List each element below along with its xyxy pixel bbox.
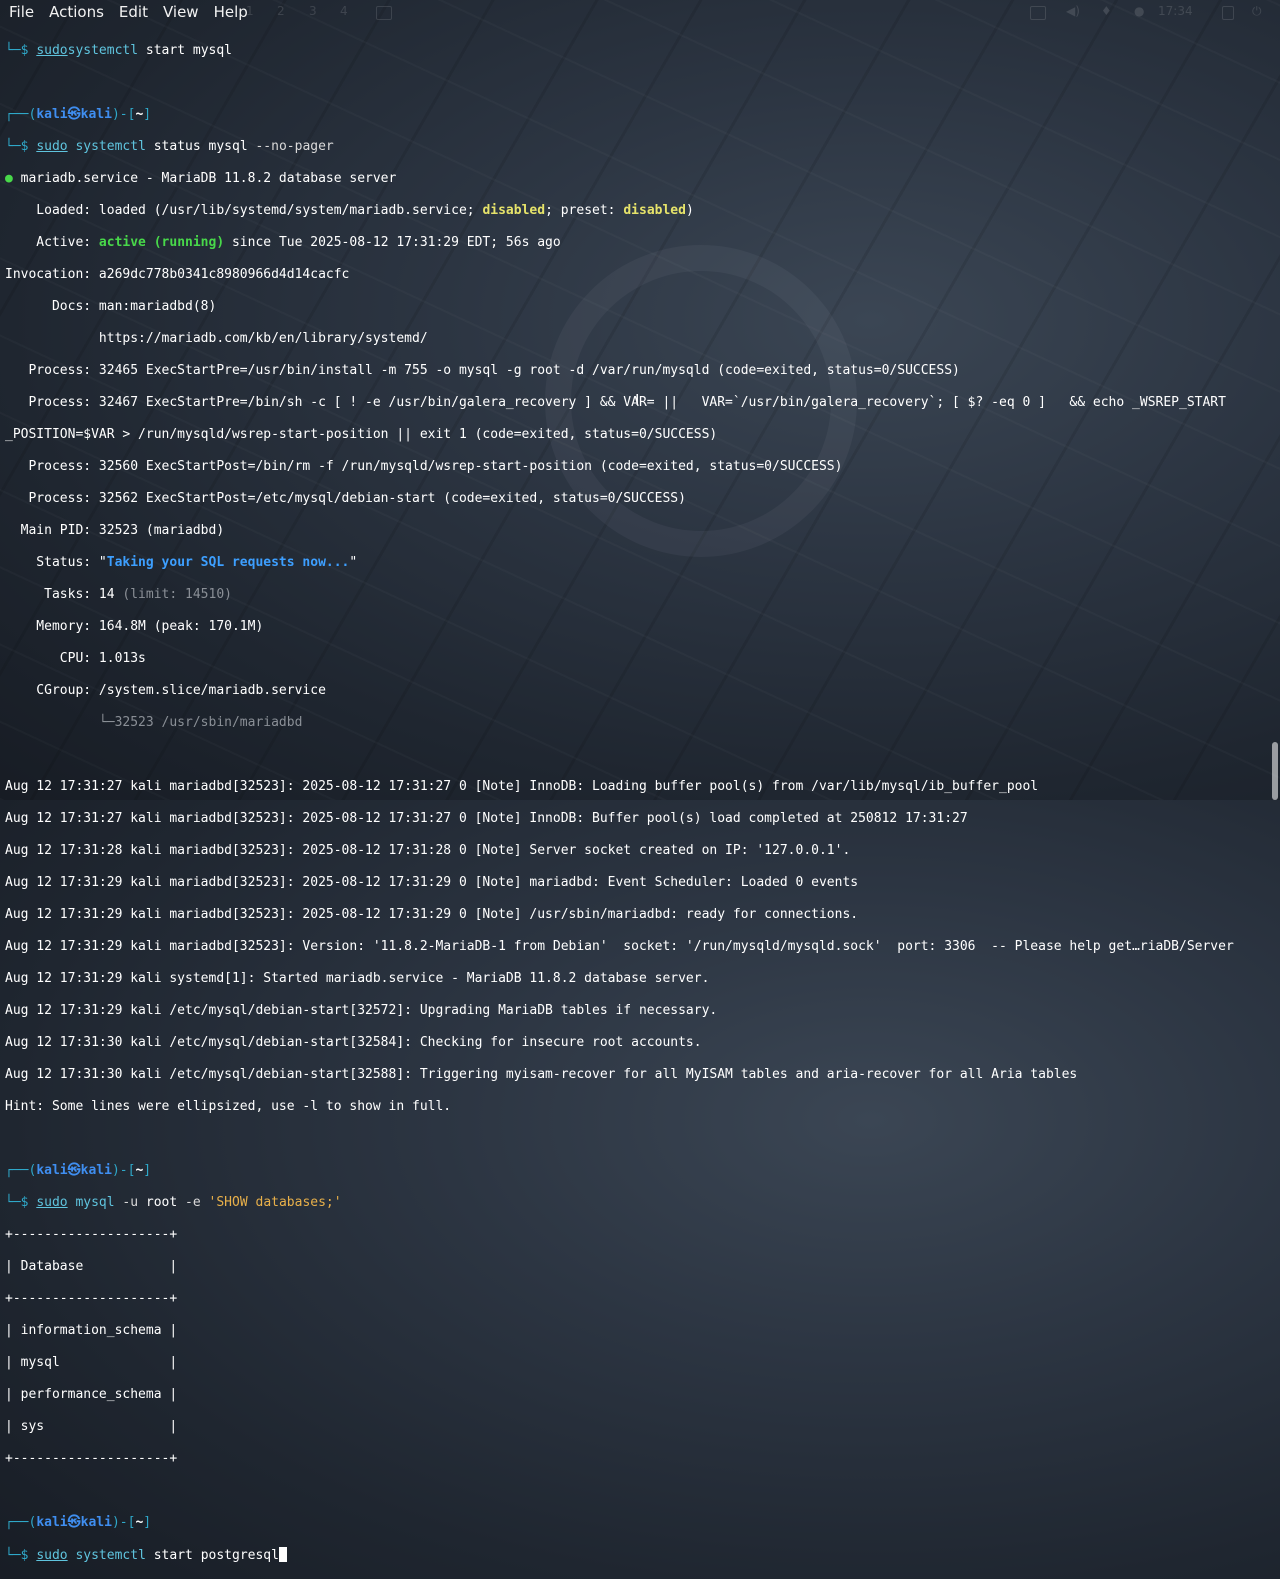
terminal-output[interactable]: └─$ sudosystemctl start mysql ┌──(kali㉿k…: [5, 27, 1280, 1579]
command-option: -u: [114, 1195, 139, 1210]
log-line: Aug 12 17:31:30 kali /etc/mysql/debian-s…: [5, 1067, 1078, 1082]
table-header: | Database |: [5, 1259, 178, 1274]
log-line: Aug 12 17:31:30 kali /etc/mysql/debian-s…: [5, 1035, 702, 1050]
docs-url-line: https://mariadb.com/kb/en/library/system…: [5, 331, 428, 346]
log-line: Aug 12 17:31:27 kali mariadbd[32523]: 20…: [5, 811, 968, 826]
log-line: Aug 12 17:31:29 kali mariadbd[32523]: 20…: [5, 907, 859, 922]
sudo-keyword: sudo: [36, 1195, 68, 1210]
service-header: ● mariadb.service - MariaDB 11.8.2 datab…: [5, 171, 397, 186]
active-state: active (running): [98, 235, 225, 250]
command-args: root: [138, 1195, 178, 1210]
log-line: Aug 12 17:31:29 kali mariadbd[32523]: Ve…: [5, 939, 1234, 954]
clock: 17:34: [1158, 4, 1193, 18]
command-args: start mysql: [138, 43, 232, 58]
memory-line: Memory: 164.8M (peak: 170.1M): [5, 619, 264, 634]
sudo-keyword: sudo: [36, 1548, 68, 1563]
command-args: start postgresql: [145, 1548, 279, 1563]
mouse-ibeam-cursor: I: [635, 391, 640, 409]
menu-actions[interactable]: Actions: [40, 0, 110, 24]
current-command-line[interactable]: └─$ sudo systemctl start postgresql: [5, 1547, 1280, 1563]
log-line: Aug 12 17:31:28 kali mariadbd[32523]: 20…: [5, 843, 851, 858]
volume-icon[interactable]: ◀): [1066, 4, 1080, 18]
workspace-4[interactable]: 4: [340, 4, 348, 18]
sudo-keyword: sudo: [36, 139, 68, 154]
table-border: +--------------------+: [5, 1227, 178, 1242]
scrollbar-thumb[interactable]: [1272, 742, 1278, 800]
command-name: systemctl: [75, 139, 146, 154]
command-string: 'SHOW databases;': [200, 1195, 342, 1210]
prompt-line: ┌──(kali㉿kali)-[~]: [5, 1163, 152, 1178]
process-line: Process: 32465 ExecStartPre=/usr/bin/ins…: [5, 363, 960, 378]
menu-edit[interactable]: Edit: [110, 0, 154, 24]
active-line: Active: active (running) since Tue 2025-…: [5, 235, 561, 250]
hint-line: Hint: Some lines were ellipsized, use -l…: [5, 1099, 452, 1114]
menu-view[interactable]: View: [154, 0, 205, 24]
log-line: Aug 12 17:31:29 kali /etc/mysql/debian-s…: [5, 1003, 718, 1018]
table-border: +--------------------+: [5, 1291, 178, 1306]
workspace-2[interactable]: 2: [277, 4, 285, 18]
screen-icon[interactable]: [1030, 6, 1046, 20]
terminal-menubar: File Actions Edit View Help: [0, 0, 1280, 24]
workspace-3[interactable]: 3: [309, 4, 317, 18]
command-name: mysql: [75, 1195, 115, 1210]
process-line: Process: 32467 ExecStartPre=/bin/sh -c […: [5, 395, 1226, 410]
table-row: | mysql |: [5, 1355, 178, 1370]
prompt-line: ┌──(kali㉿kali)-[~]: [5, 107, 152, 122]
cgroup-child-line: └─32523 /usr/sbin/mariadbd: [5, 715, 303, 730]
log-line: Aug 12 17:31:29 kali mariadbd[32523]: 20…: [5, 875, 859, 890]
command-name: systemctl: [75, 1548, 146, 1563]
prompt-line: ┌──(kali㉿kali)-[~]: [5, 1515, 152, 1530]
process-line: Process: 32560 ExecStartPost=/bin/rm -f …: [5, 459, 843, 474]
sudo-keyword: sudo: [36, 43, 68, 58]
table-row: | performance_schema |: [5, 1387, 178, 1402]
table-border: +--------------------+: [5, 1451, 178, 1466]
status-line: Status: "Taking your SQL requests now...…: [5, 555, 358, 570]
main-pid-line: Main PID: 32523 (mariadbd): [5, 523, 225, 538]
command-args: status mysql: [145, 139, 248, 154]
workspace-1[interactable]: 1: [246, 4, 254, 18]
lock-icon[interactable]: [1222, 6, 1234, 20]
logout-icon[interactable]: ⏻: [1252, 4, 1262, 19]
cgroup-line: CGroup: /system.slice/mariadb.service: [5, 683, 326, 698]
terminal-window-icon[interactable]: [376, 6, 392, 20]
invocation-line: Invocation: a269dc778b0341c8980966d4d14c…: [5, 267, 350, 282]
power-icon[interactable]: ●: [1134, 4, 1144, 18]
table-row: | information_schema |: [5, 1323, 178, 1338]
table-row: | sys |: [5, 1419, 178, 1434]
docs-line: Docs: man:mariadbd(8): [5, 299, 217, 314]
command-name: systemctl: [67, 43, 139, 58]
log-line: Aug 12 17:31:29 kali systemd[1]: Started…: [5, 971, 710, 986]
notification-bell-icon[interactable]: ♦: [1101, 4, 1112, 18]
tasks-line: Tasks: 14 (limit: 14510): [5, 587, 232, 602]
command-option: --no-pager: [247, 139, 334, 154]
process-line: Process: 32562 ExecStartPost=/etc/mysql/…: [5, 491, 686, 506]
command-option: -e: [177, 1195, 201, 1210]
process-line-continued: _POSITION=$VAR > /run/mysqld/wsrep-start…: [5, 427, 718, 442]
log-line: Aug 12 17:31:27 kali mariadbd[32523]: 20…: [5, 779, 1039, 794]
menu-file[interactable]: File: [0, 0, 40, 24]
loaded-line: Loaded: loaded (/usr/lib/systemd/system/…: [5, 203, 694, 218]
cpu-line: CPU: 1.013s: [5, 651, 146, 666]
text-cursor: [278, 1547, 287, 1562]
